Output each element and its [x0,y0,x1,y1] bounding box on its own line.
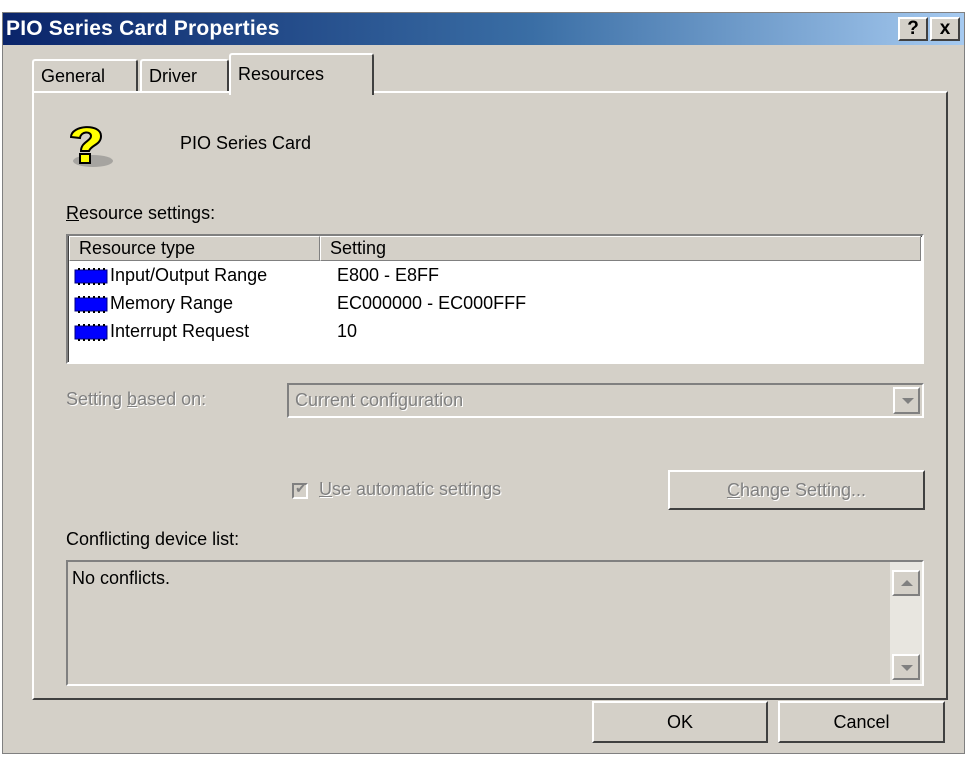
conflicts-text: No conflicts. [72,568,171,588]
conflicting-device-list[interactable]: No conflicts. [66,560,924,686]
tab-resources[interactable]: Resources [229,53,374,95]
column-header-resource-type[interactable]: Resource type [69,236,320,261]
help-button[interactable]: ? [898,17,928,41]
resource-settings-label: Resource settings: [66,203,215,224]
properties-dialog: PIO Series Card Properties ? x General D… [2,12,965,754]
cancel-button[interactable]: Cancel [778,701,945,743]
setting-based-on-post: ased on: [137,389,207,409]
resource-settings-accel: R [66,203,79,223]
tab-general[interactable]: General [32,59,138,91]
unknown-device-question-icon [69,126,113,167]
setting-based-on-select[interactable]: Current configuration [287,383,924,418]
resources-panel: PIO Series Card Resource settings: Resou… [32,91,948,700]
chevron-down-icon [902,398,914,404]
resource-row[interactable]: Input/Output Range E800 - E8FF [68,262,922,290]
setting-based-on-label: Setting based on: [66,389,206,410]
tab-driver[interactable]: Driver [140,59,229,91]
setting-based-on-pre: Setting [66,389,128,409]
resource-type: Memory Range [110,293,234,313]
column-header-setting[interactable]: Setting [320,236,921,261]
window-title: PIO Series Card Properties [6,17,280,40]
resource-type: Interrupt Request [110,321,250,341]
setting-based-on-accel: b [127,389,138,409]
resource-settings-label-text: esource settings: [79,203,216,223]
dropdown-arrow-button[interactable] [893,387,920,414]
chip-icon [74,324,108,341]
chevron-up-icon [901,580,913,586]
chevron-down-icon [901,665,913,671]
device-name: PIO Series Card [180,133,312,153]
auto-settings-accel: U [319,479,332,499]
conflicting-device-list-label: Conflicting device list: [66,529,240,549]
close-button[interactable]: x [930,17,960,41]
chip-icon [74,296,108,313]
scroll-up-button[interactable] [892,570,920,596]
use-automatic-settings-label[interactable]: Use automatic settings [319,479,501,500]
resource-row[interactable]: Interrupt Request 10 [68,318,922,346]
resource-type: Input/Output Range [110,265,268,285]
resource-setting: EC000000 - EC000FFF [337,293,527,313]
scroll-down-button[interactable] [892,654,920,680]
resource-setting: E800 - E8FF [337,265,440,285]
change-setting-button[interactable]: Change Setting... [668,470,925,510]
checkmark-icon: ✔ [295,480,307,496]
use-automatic-settings-checkbox[interactable]: ✔ [292,480,308,499]
auto-settings-label-text: se automatic settings [332,479,502,499]
title-bar[interactable]: PIO Series Card Properties ? x [3,13,964,45]
resource-setting: 10 [337,321,358,341]
ok-button[interactable]: OK [592,701,768,743]
conflict-scrollbar[interactable] [890,562,922,684]
resource-list[interactable]: Resource type Setting Input/Output Range… [66,234,924,364]
change-setting-accel: C [726,480,740,500]
resource-row[interactable]: Memory Range EC000000 - EC000FFF [68,290,922,318]
setting-based-on-value: Current configuration [295,390,464,410]
chip-icon [74,268,108,285]
change-setting-label-text: hange Setting... [739,480,867,500]
